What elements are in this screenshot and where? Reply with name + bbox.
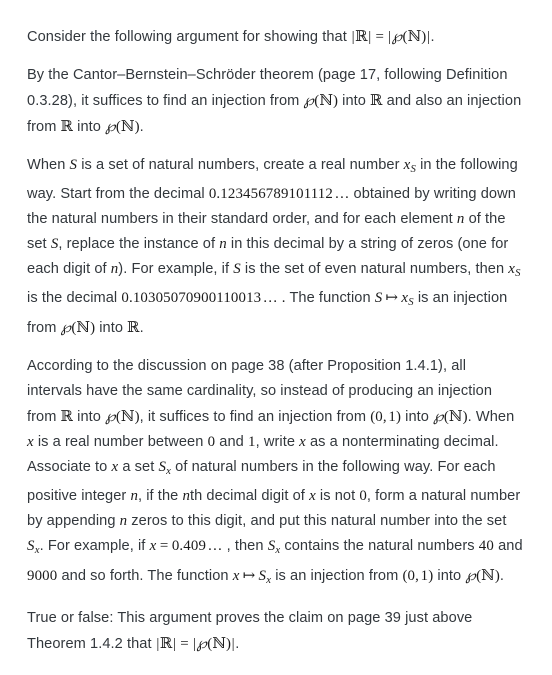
math-powerset-naturals: ℘(ℕ) [433, 407, 468, 425]
math-decimal-example: 0.10305070900110013…. [121, 290, 286, 306]
math-powerset-naturals: ℘(ℕ) [465, 566, 500, 584]
math-reals: ℝ [60, 409, 74, 425]
math-powerset-naturals: ℘(ℕ) [105, 407, 140, 425]
math-reals: ℝ [127, 320, 140, 336]
math-variable-n: n [130, 488, 138, 504]
math-member-9000: 9000 [27, 568, 58, 584]
math-variable-x: x [111, 459, 119, 475]
math-powerset-naturals: ℘(ℕ) [60, 318, 96, 336]
math-open-interval: (0, 1) [370, 409, 402, 425]
math-real-xS: xS [403, 157, 416, 175]
math-variable-x: x [299, 434, 306, 450]
math-set-Sx: Sx [27, 538, 40, 556]
paragraph-claim: Consider the following argument for show… [27, 27, 435, 45]
math-set-S: S [69, 157, 78, 173]
math-variable-n: n [182, 488, 190, 504]
paragraph-true-false-question: True or false: This argument proves the … [27, 610, 473, 652]
math-decimal-seed: 0.123456789101112… [208, 186, 352, 202]
math-reals: ℝ [370, 93, 383, 109]
math-real-xS: xS [508, 261, 521, 279]
math-variable-x: x [309, 488, 316, 504]
math-set-Sx: Sx [158, 459, 172, 477]
math-one: 1 [247, 434, 256, 450]
paragraph-cantor-bernstein-schroeder: By the Cantor–Bernstein–Schröder theorem… [27, 67, 522, 135]
math-variable-n: n [456, 211, 465, 227]
math-reals: ℝ [60, 119, 74, 135]
paragraph-injection-interval-to-powerset: According to the discussion on page 38 (… [27, 358, 523, 586]
paragraph-injection-powerset-to-reals: When S is a set of natural numbers, crea… [27, 157, 521, 336]
exercise-text-body: Consider the following argument for show… [0, 0, 552, 657]
math-powerset-naturals: ℘(ℕ) [105, 117, 140, 135]
math-member-40: 40 [478, 538, 494, 554]
math-example-x-value: x = 0.409… [149, 538, 225, 554]
math-powerset-naturals: ℘(ℕ) [303, 91, 339, 109]
math-zero: 0 [207, 434, 216, 450]
math-cardinality-claim: |ℝ| = |℘(ℕ)| [156, 634, 235, 652]
math-cardinality-claim: |ℝ| = |℘(ℕ)| [351, 27, 430, 45]
math-variable-n: n [110, 261, 119, 277]
math-variable-n: n [119, 513, 128, 529]
math-function-x-to-Sx: x ↦ Sx [232, 568, 272, 586]
math-variable-x: x [27, 434, 34, 450]
math-variable-n: n [219, 236, 227, 252]
math-zero: 0 [359, 488, 367, 504]
math-set-S: S [233, 261, 241, 277]
math-set-Sx: Sx [267, 538, 281, 556]
math-set-S: S [50, 236, 59, 252]
math-function-S-to-xS: S ↦ xS [374, 290, 414, 308]
math-open-interval: (0, 1) [402, 568, 434, 584]
